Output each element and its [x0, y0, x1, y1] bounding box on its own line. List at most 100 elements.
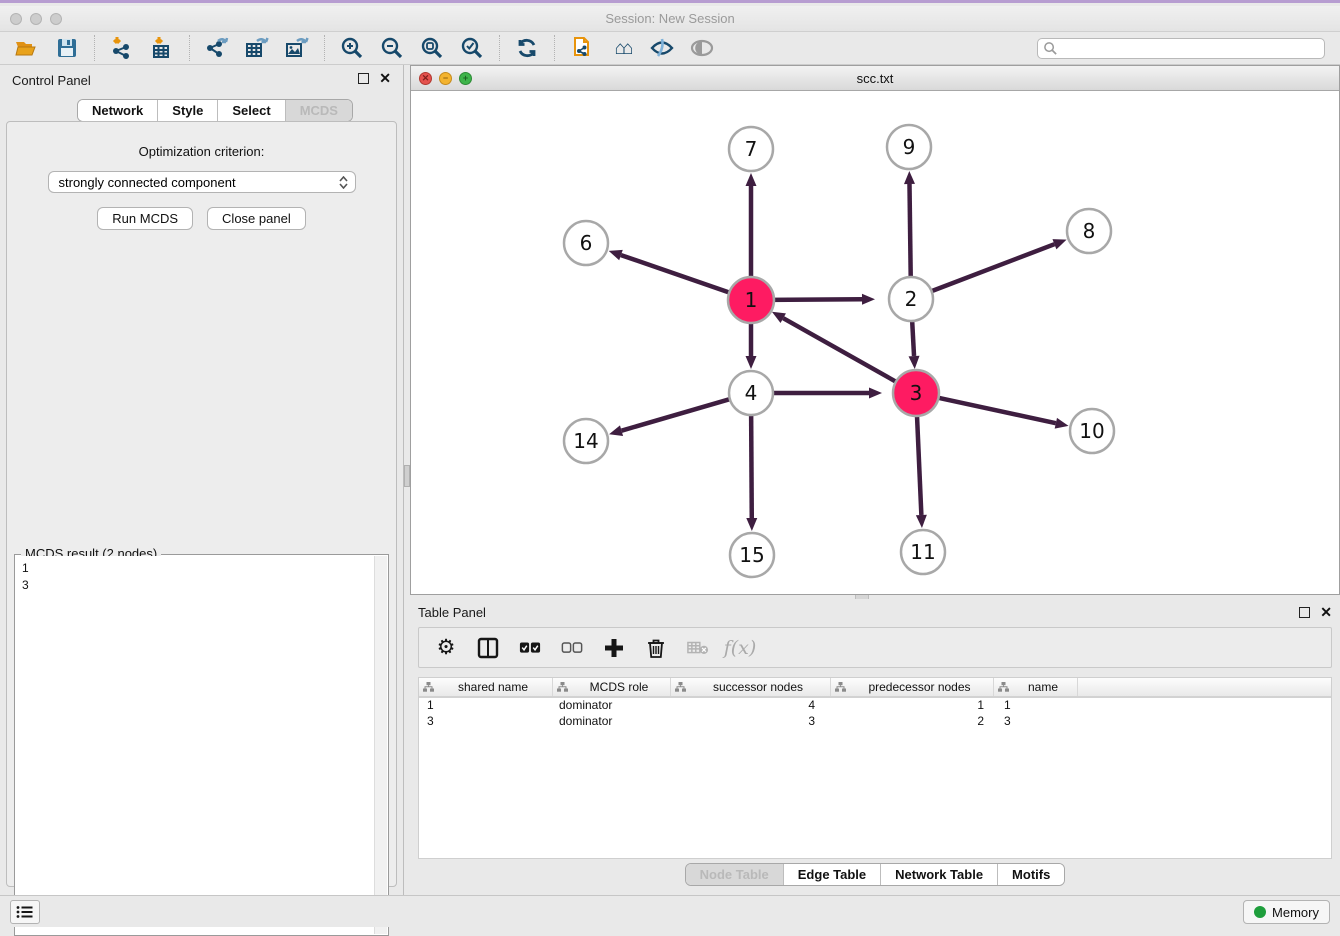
application-window: Session: New Session	[0, 0, 1340, 926]
table-panel-tabs: Node TableEdge TableNetwork TableMotifs	[685, 863, 1066, 886]
cell-successor-nodes[interactable]: 4	[671, 698, 831, 714]
edge-arrowhead	[1052, 239, 1066, 249]
graph-edge-2-9[interactable]	[909, 184, 910, 279]
column-header-successor-nodes[interactable]: successor nodes	[671, 678, 831, 696]
app-titlebar: Session: New Session	[0, 6, 1340, 32]
close-panel-icon[interactable]: ✕	[379, 73, 391, 84]
zoom-out-icon[interactable]	[379, 35, 405, 61]
edge-arrowhead	[862, 294, 875, 305]
float-panel-icon[interactable]	[358, 73, 369, 84]
tab-network-table[interactable]: Network Table	[880, 864, 997, 885]
tab-node-table[interactable]: Node Table	[686, 864, 783, 885]
graph-edge-1-2[interactable]	[771, 299, 862, 300]
control-panel-title: Control Panel	[12, 73, 91, 88]
cell-MCDS-role[interactable]: dominator	[553, 714, 671, 730]
cell-shared-name[interactable]: 1	[419, 698, 553, 714]
delete-table-icon[interactable]	[687, 637, 709, 659]
open-session-icon[interactable]	[14, 35, 40, 61]
show-columns-icon[interactable]	[477, 637, 499, 659]
cell-successor-nodes[interactable]: 3	[671, 714, 831, 730]
table-toolbar: ⚙ f(x)	[418, 627, 1332, 668]
status-bar: Memory	[0, 895, 1340, 927]
table-settings-icon[interactable]: ⚙	[435, 637, 457, 659]
cell-predecessor-nodes[interactable]: 1	[831, 698, 994, 714]
graph-edge-1-6[interactable]	[621, 255, 732, 293]
export-network-icon[interactable]	[204, 35, 230, 61]
memory-button[interactable]: Memory	[1243, 900, 1330, 924]
tab-mcds[interactable]: MCDS	[285, 100, 352, 121]
graph-edge-4-14[interactable]	[622, 399, 732, 431]
edge-arrowhead	[1055, 418, 1069, 429]
hide-panels-icon[interactable]	[649, 35, 675, 61]
mcds-result-list[interactable]: 1 3	[16, 556, 374, 934]
close-panel-button[interactable]: Close panel	[207, 207, 306, 230]
table-panel: Table Panel ✕ ⚙	[410, 599, 1340, 895]
table-row[interactable]: 1dominator411	[419, 698, 1331, 714]
vertical-splitter[interactable]	[403, 65, 410, 895]
export-table-icon[interactable]	[244, 35, 270, 61]
select-all-columns-icon[interactable]	[519, 637, 541, 659]
column-header-MCDS-role[interactable]: MCDS role	[553, 678, 671, 696]
close-table-panel-icon[interactable]: ✕	[1320, 607, 1332, 618]
tab-select[interactable]: Select	[217, 100, 284, 121]
clone-network-icon[interactable]	[569, 35, 595, 61]
cell-shared-name[interactable]: 3	[419, 714, 553, 730]
column-header-shared-name[interactable]: shared name	[419, 678, 553, 696]
column-header-name[interactable]: name	[994, 678, 1078, 696]
edge-arrowhead	[746, 356, 757, 369]
delete-column-icon[interactable]	[645, 637, 667, 659]
mcds-tab-content: Optimization criterion: strongly connect…	[6, 121, 397, 887]
tab-edge-table[interactable]: Edge Table	[783, 864, 880, 885]
unselect-all-columns-icon[interactable]	[561, 637, 583, 659]
zoom-fit-icon[interactable]	[419, 35, 445, 61]
tab-style[interactable]: Style	[157, 100, 217, 121]
control-panel: Control Panel ✕ NetworkStyleSelectMCDS O…	[0, 65, 403, 895]
criterion-select[interactable]: strongly connected component	[48, 171, 356, 193]
home-icon[interactable]: ⌂⌂	[609, 35, 635, 61]
zoom-in-icon[interactable]	[339, 35, 365, 61]
node-label-11: 11	[910, 540, 935, 564]
main-toolbar: ⌂⌂	[0, 32, 1340, 65]
import-table-icon[interactable]	[149, 35, 175, 61]
edge-arrowhead	[904, 171, 915, 184]
list-icon	[16, 905, 34, 919]
table-row[interactable]: 3dominator323	[419, 714, 1331, 730]
import-network-icon[interactable]	[109, 35, 135, 61]
graph-edge-4-15[interactable]	[751, 413, 752, 518]
node-label-10: 10	[1079, 419, 1104, 443]
run-mcds-button[interactable]: Run MCDS	[97, 207, 193, 230]
graph-edge-2-8[interactable]	[930, 244, 1055, 292]
apply-function-icon[interactable]: f(x)	[729, 637, 751, 659]
network-canvas[interactable]: 1234678910111415	[411, 91, 1339, 594]
show-graphics-icon[interactable]	[689, 35, 715, 61]
table-body: 1dominator4113dominator323	[419, 698, 1331, 730]
refresh-layout-icon[interactable]	[514, 35, 540, 61]
edge-arrowhead	[916, 515, 927, 528]
node-label-8: 8	[1083, 219, 1096, 243]
cell-name[interactable]: 1	[994, 698, 1078, 714]
task-history-button[interactable]	[10, 900, 40, 924]
tab-motifs[interactable]: Motifs	[997, 864, 1064, 885]
float-table-panel-icon[interactable]	[1299, 607, 1310, 618]
export-image-icon[interactable]	[284, 35, 310, 61]
cell-predecessor-nodes[interactable]: 2	[831, 714, 994, 730]
network-window-titlebar[interactable]: ✕ − + scc.txt	[411, 66, 1339, 91]
column-header-predecessor-nodes[interactable]: predecessor nodes	[831, 678, 994, 696]
graph-edge-3-10[interactable]	[936, 397, 1056, 423]
network-window: ✕ − + scc.txt 1234678910111415	[410, 65, 1340, 595]
search-input[interactable]	[1058, 40, 1324, 57]
zoom-selected-icon[interactable]	[459, 35, 485, 61]
cell-name[interactable]: 3	[994, 714, 1078, 730]
select-arrows-icon	[339, 176, 348, 189]
result-scrollbar[interactable]	[374, 556, 387, 934]
cell-MCDS-role[interactable]: dominator	[553, 698, 671, 714]
save-session-icon[interactable]	[54, 35, 80, 61]
graph-edge-3-1[interactable]	[783, 318, 898, 383]
tab-network[interactable]: Network	[78, 100, 157, 121]
graph-edge-3-11[interactable]	[917, 413, 921, 515]
node-label-9: 9	[903, 135, 916, 159]
node-label-4: 4	[745, 381, 758, 405]
create-column-icon[interactable]	[603, 637, 625, 659]
app-title: Session: New Session	[0, 11, 1340, 26]
graph-edge-2-3[interactable]	[912, 319, 914, 356]
